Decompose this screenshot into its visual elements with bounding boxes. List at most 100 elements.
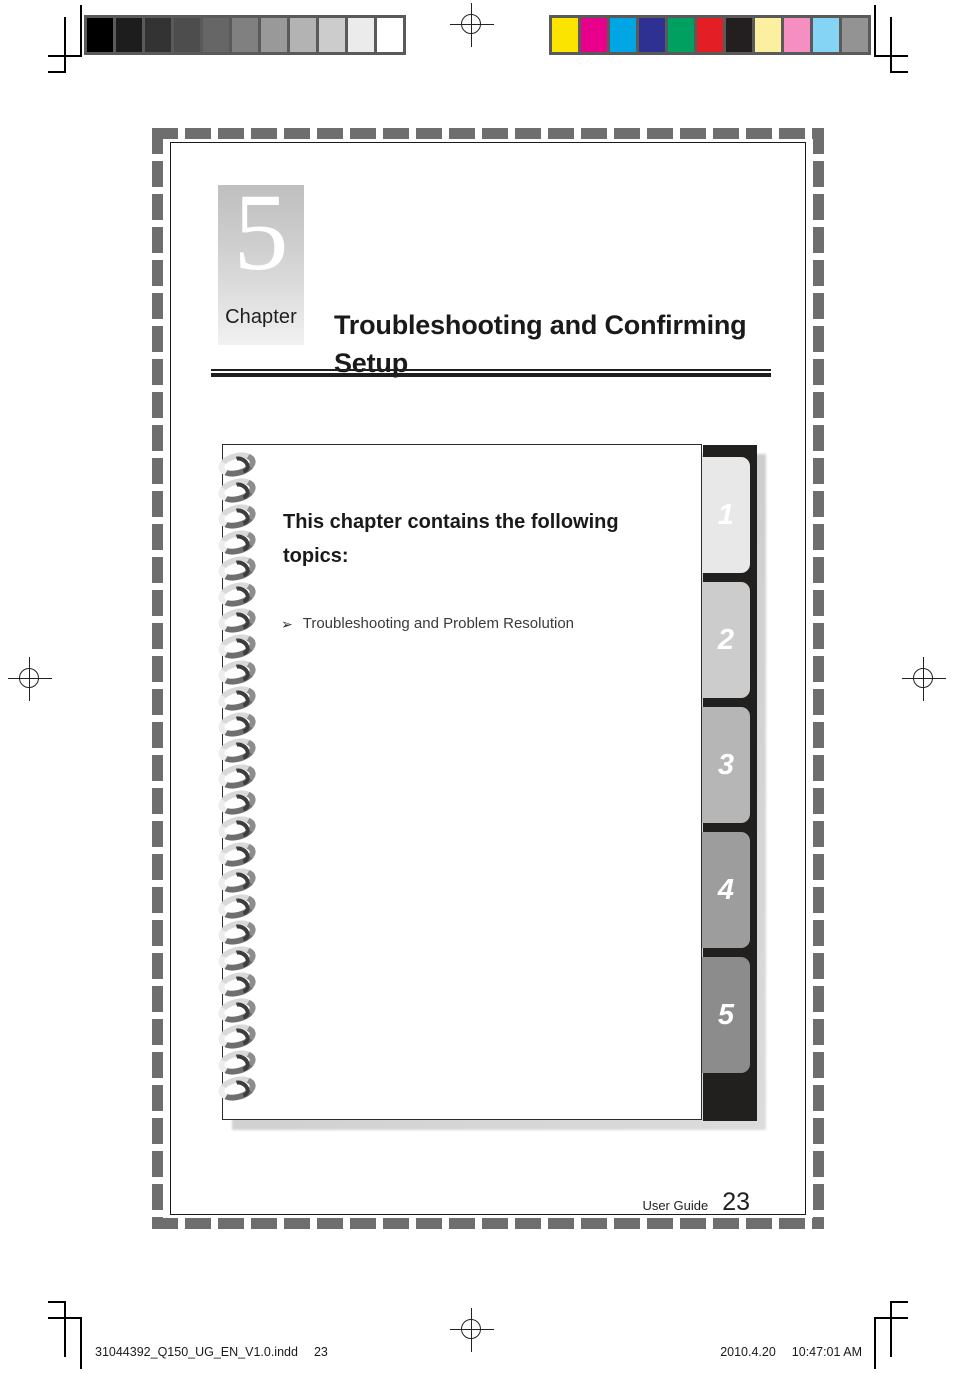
frame-dash — [152, 920, 163, 946]
frame-dash — [251, 1218, 277, 1229]
frame-dash — [152, 524, 163, 550]
color-swatch-9 — [784, 18, 810, 52]
frame-dash — [813, 1052, 824, 1078]
chapter-tab-4[interactable]: 4 — [702, 832, 750, 948]
chapter-number: 5 — [233, 171, 289, 293]
chapter-badge: 5 Chapter — [218, 177, 304, 345]
spiral-ring — [214, 786, 260, 819]
frame-dash — [813, 161, 824, 187]
chapter-tab-label: 3 — [717, 748, 735, 781]
frame-dash — [746, 128, 772, 139]
chapter-tab-3[interactable]: 3 — [702, 707, 750, 823]
frame-dash — [779, 128, 805, 139]
spiral-ring — [214, 500, 260, 533]
page-footer: User Guide 23 — [642, 1188, 750, 1217]
spiral-ring — [214, 760, 260, 793]
frame-dash — [152, 260, 163, 286]
chapter-tab-2[interactable]: 2 — [702, 582, 750, 698]
frame-dash — [813, 326, 824, 352]
color-swatch-1 — [552, 18, 578, 52]
frame-dash — [813, 359, 824, 385]
chapter-tab-1[interactable]: 1 — [702, 457, 750, 573]
frame-dash — [813, 194, 824, 220]
frame-dash — [152, 161, 163, 187]
spiral-ring — [214, 968, 260, 1001]
gray-swatch-9 — [319, 18, 345, 52]
frame-dash — [779, 1218, 805, 1229]
frame-dash — [482, 1218, 508, 1229]
frame-dash — [383, 128, 409, 139]
frame-dash — [218, 1218, 244, 1229]
frame-dash — [185, 1218, 211, 1229]
frame-dash — [152, 854, 163, 880]
frame-dash — [813, 1184, 824, 1210]
frame-dash — [813, 524, 824, 550]
frame-dash — [813, 491, 824, 517]
footer-guide-label: User Guide — [642, 1198, 709, 1213]
chapter-tab-label: 5 — [717, 998, 735, 1031]
print-slug-filename: 31044392_Q150_UG_EN_V1.0.indd 23 — [95, 1345, 328, 1359]
gray-swatch-8 — [290, 18, 316, 52]
topics-list: ➢ Troubleshooting and Problem Resolution — [281, 613, 691, 636]
frame-dash — [152, 788, 163, 814]
frame-dash — [746, 1218, 772, 1229]
registration-circle — [913, 668, 933, 688]
slug-date-text: 2010.4.20 — [720, 1345, 776, 1359]
frame-dash — [813, 920, 824, 946]
frame-dash — [317, 128, 343, 139]
frame-dash — [581, 1218, 607, 1229]
grayscale-calibration-bar — [84, 15, 406, 55]
frame-dash — [251, 128, 277, 139]
frame-dash — [152, 458, 163, 484]
frame-dash — [813, 755, 824, 781]
frame-dash — [152, 722, 163, 748]
frame-dash — [152, 656, 163, 682]
frame-dash — [350, 1218, 376, 1229]
color-swatch-4 — [639, 18, 665, 52]
chapter-tab-5[interactable]: 5 — [702, 957, 750, 1073]
frame-dash — [813, 788, 824, 814]
spiral-ring — [214, 890, 260, 923]
slug-page-text: 23 — [313, 1345, 328, 1359]
frame-dash — [813, 854, 824, 880]
frame-dash — [152, 1085, 163, 1111]
title-divider — [211, 369, 771, 377]
frame-dash — [813, 128, 824, 154]
topic-item[interactable]: ➢ Troubleshooting and Problem Resolution — [281, 613, 691, 636]
frame-dash — [152, 425, 163, 451]
frame-dash — [152, 1184, 163, 1210]
spiral-ring — [214, 734, 260, 767]
frame-dash — [152, 590, 163, 616]
color-swatch-10 — [813, 18, 839, 52]
frame-dash — [680, 1218, 706, 1229]
frame-dash — [813, 821, 824, 847]
frame-dash — [548, 1218, 574, 1229]
chapter-tab-label: 4 — [717, 873, 735, 906]
gray-swatch-2 — [116, 18, 142, 52]
frame-dash — [152, 1217, 163, 1229]
slug-filename-text: 31044392_Q150_UG_EN_V1.0.indd — [95, 1345, 298, 1359]
frame-dash — [449, 1218, 475, 1229]
gray-swatch-11 — [377, 18, 403, 52]
frame-dash — [813, 1217, 824, 1229]
spiral-ring — [214, 864, 260, 897]
frame-dash — [813, 1151, 824, 1177]
frame-dash — [813, 689, 824, 715]
frame-dash — [152, 557, 163, 583]
spiral-ring — [214, 1072, 260, 1105]
frame-dash — [813, 1085, 824, 1111]
gray-swatch-10 — [348, 18, 374, 52]
frame-dash — [152, 887, 163, 913]
frame-dash — [614, 1218, 640, 1229]
spiral-ring — [214, 916, 260, 949]
registration-target-icon-bottom — [450, 1308, 494, 1352]
registration-circle — [461, 14, 481, 34]
color-swatch-3 — [610, 18, 636, 52]
spiral-ring — [214, 1046, 260, 1079]
frame-dash — [680, 128, 706, 139]
spiral-ring — [214, 708, 260, 741]
frame-dash — [813, 887, 824, 913]
spiral-binding — [214, 448, 266, 1114]
frame-dash — [647, 1218, 673, 1229]
arrow-bullet-icon: ➢ — [281, 616, 293, 632]
